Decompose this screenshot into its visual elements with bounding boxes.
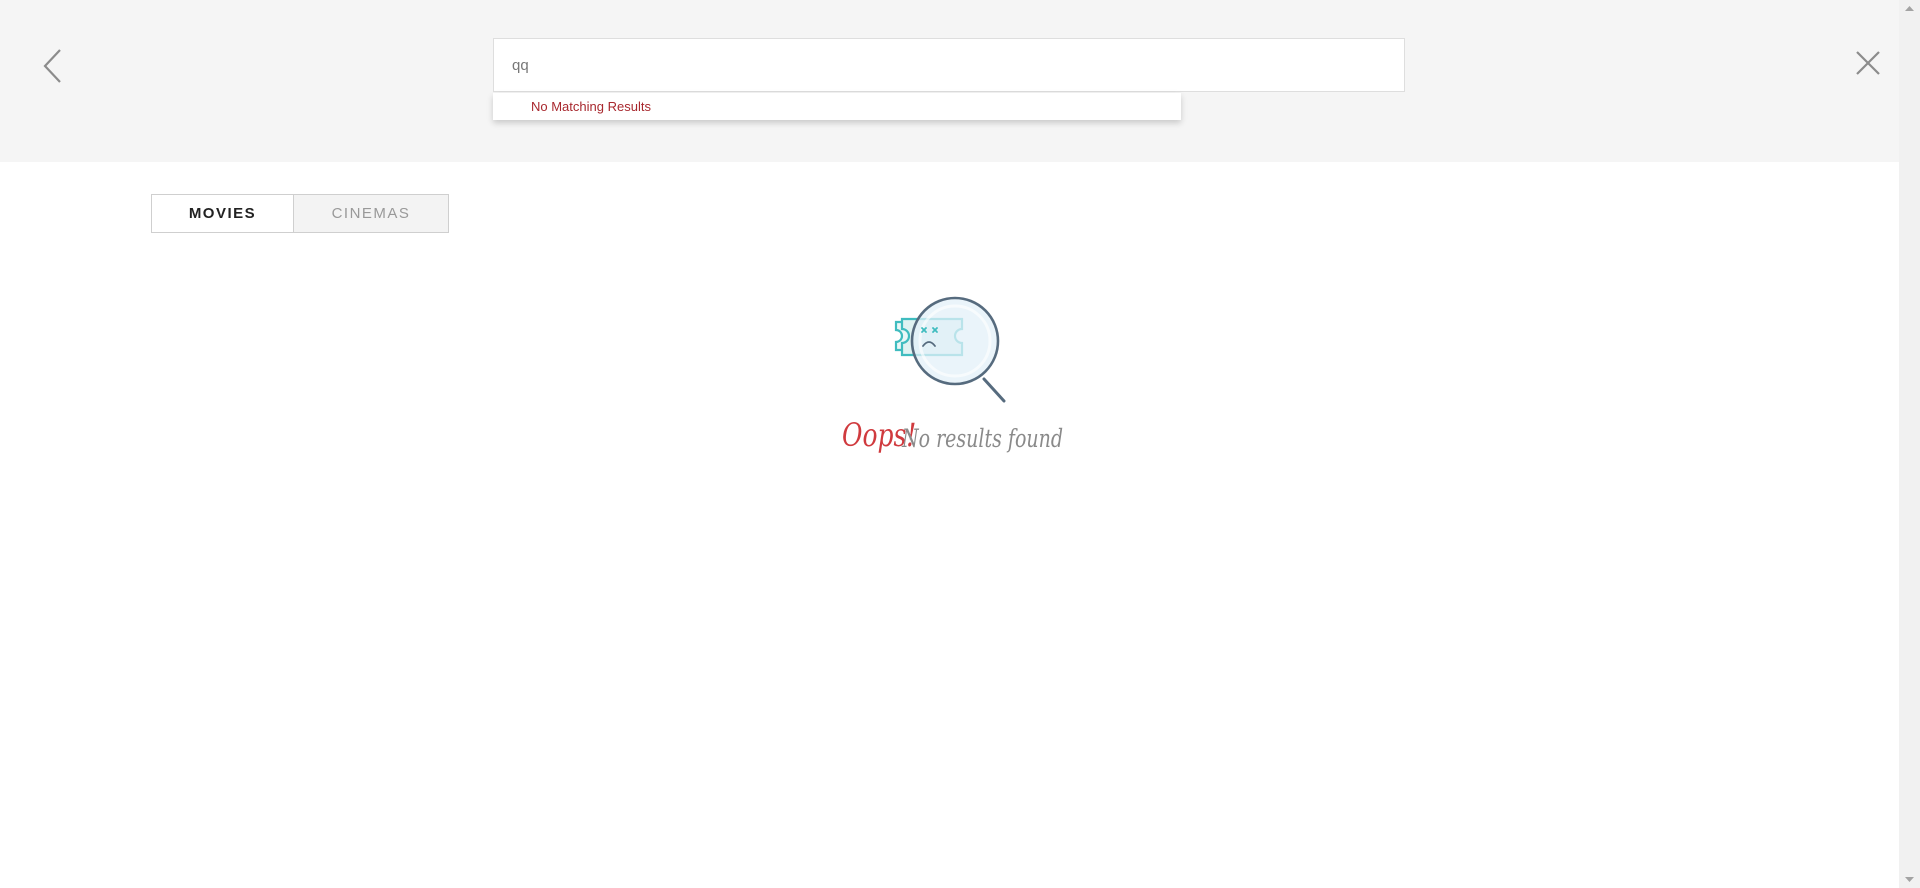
tab-movies[interactable]: MOVIES xyxy=(151,194,294,233)
close-icon xyxy=(1856,51,1880,75)
back-button[interactable] xyxy=(38,48,68,84)
scroll-up-button[interactable] xyxy=(1899,0,1920,17)
no-results-text: No results found xyxy=(902,424,1064,453)
search-box xyxy=(493,38,1405,92)
search-input[interactable] xyxy=(512,39,1382,91)
chevron-left-icon xyxy=(43,49,61,83)
no-results-illustration xyxy=(888,294,1008,406)
scroll-down-arrow-icon xyxy=(1905,877,1914,882)
search-header: No Matching Results xyxy=(0,0,1899,162)
vertical-scrollbar[interactable] xyxy=(1899,0,1920,888)
close-button[interactable] xyxy=(1853,48,1883,78)
ticket-magnifier-icon xyxy=(894,296,1006,403)
scroll-up-arrow-icon xyxy=(1905,6,1914,11)
scroll-down-button[interactable] xyxy=(1899,871,1920,888)
no-matching-results-text: No Matching Results xyxy=(531,99,651,114)
result-type-tabs: MOVIES CINEMAS xyxy=(151,194,449,233)
page: No Matching Results MOVIES CINEMAS xyxy=(0,0,1920,888)
tab-cinemas[interactable]: CINEMAS xyxy=(294,194,449,233)
suggestions-dropdown: No Matching Results xyxy=(493,93,1181,120)
empty-state-message: Oops! No results found xyxy=(842,416,1082,466)
